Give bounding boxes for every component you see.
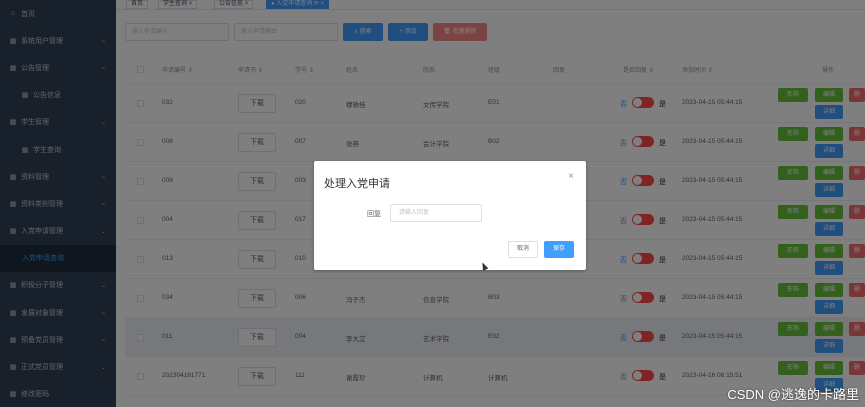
save-button[interactable]: 保存 xyxy=(544,241,574,258)
watermark: CSDN @逃逸的卡路里 xyxy=(727,387,859,402)
close-icon[interactable]: × xyxy=(568,171,574,182)
reply-input[interactable]: 请输入回复 xyxy=(390,204,482,222)
process-application-dialog: 处理入党申请 × 回复 请输入回复 取消 保存 xyxy=(314,161,586,270)
reply-label: 回复 xyxy=(367,211,381,218)
cancel-button[interactable]: 取消 xyxy=(508,241,538,258)
dialog-title: 处理入党申请 xyxy=(324,178,390,190)
